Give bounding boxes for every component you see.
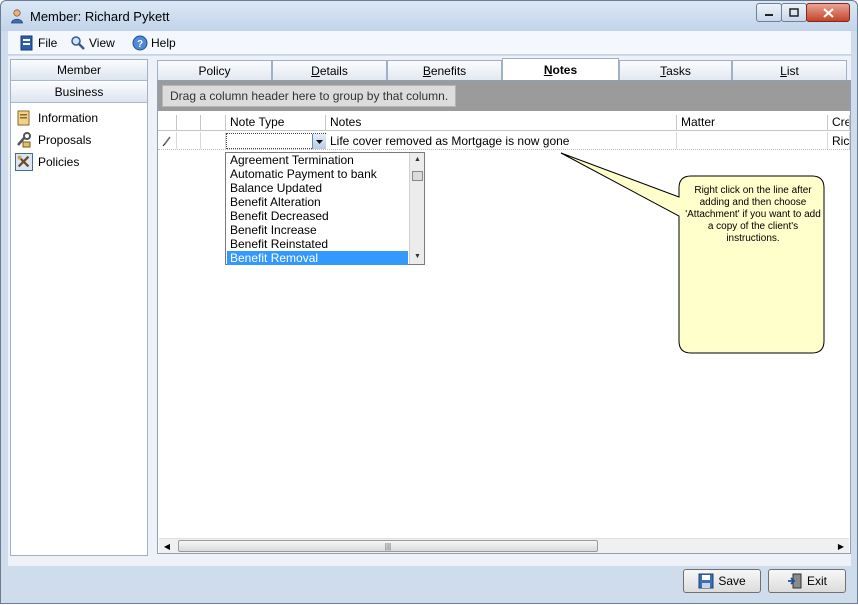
- nav-tab-member[interactable]: Member: [11, 60, 147, 81]
- horizontal-scrollbar[interactable]: ◀ ||| ▶: [159, 538, 849, 553]
- column-header-blank-2[interactable]: [201, 115, 226, 131]
- row-indicator-header: [158, 115, 177, 131]
- column-header-notes[interactable]: Notes: [326, 115, 677, 131]
- list-item[interactable]: Benefit Decreased: [227, 209, 408, 223]
- group-by-area[interactable]: Drag a column header here to group by th…: [158, 81, 850, 111]
- scroll-down-icon[interactable]: ▼: [410, 250, 425, 264]
- tab-tasks[interactable]: Tasks: [619, 60, 732, 80]
- callout-text: Right click on the line after adding and…: [685, 185, 821, 244]
- dropdown-scrollbar[interactable]: ▲ ▼: [409, 153, 424, 264]
- title-bar: Member: Richard Pykett: [1, 1, 857, 31]
- close-button[interactable]: [806, 3, 850, 22]
- client-area: Member Business Information Proposals Po…: [8, 56, 851, 566]
- pencil-icon: [162, 136, 171, 147]
- scroll-right-icon[interactable]: ▶: [833, 539, 849, 554]
- dropdown-scroll-thumb[interactable]: [412, 171, 423, 181]
- nav-item-information-label: Information: [38, 111, 99, 125]
- row-cell-matter[interactable]: [677, 132, 828, 149]
- chevron-down-icon: [316, 139, 323, 144]
- tab-benefits[interactable]: Benefits: [387, 60, 502, 80]
- magnifier-icon: [71, 36, 85, 50]
- help-icon: ?: [132, 35, 148, 51]
- group-by-hint: Drag a column header here to group by th…: [162, 85, 457, 107]
- window-title: Member: Richard Pykett: [30, 9, 170, 24]
- row-cell-blank-1[interactable]: [177, 132, 201, 149]
- row-cell-blank-2[interactable]: [201, 132, 226, 149]
- tab-notes[interactable]: Notes: [502, 58, 619, 80]
- member-window: Member: Richard Pykett File View ? Help …: [0, 0, 858, 604]
- list-item-selected[interactable]: Benefit Removal: [227, 251, 408, 265]
- row-cell-notes[interactable]: Life cover removed as Mortgage is now go…: [326, 132, 677, 149]
- policies-tools-icon: [15, 153, 33, 171]
- tab-tasks-label: Tasks: [660, 63, 691, 78]
- tab-notes-label: Notes: [543, 62, 578, 77]
- save-button[interactable]: Save: [683, 569, 761, 593]
- menu-file-label: File: [38, 36, 58, 50]
- nav-item-policies[interactable]: Policies: [15, 152, 79, 172]
- scroll-up-icon[interactable]: ▲: [410, 153, 425, 167]
- horizontal-scroll-thumb[interactable]: |||: [178, 540, 598, 552]
- tab-details[interactable]: Details: [272, 60, 387, 80]
- information-book-icon: [17, 110, 30, 126]
- tab-list-label: List: [780, 63, 799, 78]
- left-navigation: Member Business Information Proposals Po…: [10, 59, 148, 556]
- proposals-tools-icon: [17, 132, 31, 148]
- tab-policy[interactable]: Policy: [157, 60, 272, 80]
- menu-view[interactable]: View: [70, 33, 115, 53]
- save-button-label: Save: [718, 574, 746, 588]
- list-item[interactable]: Balance Updated: [227, 181, 408, 195]
- nav-item-information[interactable]: Information: [15, 108, 98, 128]
- svg-text:?: ?: [137, 39, 143, 50]
- list-item[interactable]: Benefit Alteration: [227, 195, 408, 209]
- minimize-button[interactable]: [756, 3, 782, 22]
- column-header-note-type[interactable]: Note Type: [226, 115, 326, 131]
- row-cell-created[interactable]: Rich: [828, 132, 850, 149]
- minimize-icon: [765, 13, 773, 16]
- menu-help[interactable]: ? Help: [132, 33, 176, 53]
- note-type-dropdown-list: Agreement Termination Automatic Payment …: [225, 152, 425, 265]
- tab-benefits-label: Benefits: [422, 63, 467, 78]
- tab-list[interactable]: List: [732, 60, 847, 80]
- note-type-combo[interactable]: [226, 133, 326, 149]
- column-header-blank-1[interactable]: [177, 115, 201, 131]
- combo-dropdown-button[interactable]: [312, 134, 326, 149]
- close-icon: [822, 7, 834, 18]
- menu-help-label: Help: [151, 36, 176, 50]
- list-item[interactable]: Benefit Increase: [227, 223, 408, 237]
- maximize-button[interactable]: [781, 3, 807, 22]
- scroll-left-icon[interactable]: ◀: [159, 539, 175, 554]
- file-icon: [20, 35, 33, 51]
- list-item[interactable]: Benefit Reinstated: [227, 237, 408, 251]
- nav-tab-business[interactable]: Business: [11, 82, 147, 103]
- menu-bar: File View ? Help: [8, 31, 851, 55]
- tab-policy-label: Policy: [198, 63, 231, 78]
- menu-view-label: View: [89, 36, 115, 50]
- nav-item-proposals-label: Proposals: [38, 133, 92, 147]
- nav-item-proposals[interactable]: Proposals: [15, 130, 91, 150]
- save-floppy-icon: [698, 573, 714, 589]
- column-header-created[interactable]: Crea: [828, 115, 850, 131]
- member-person-icon: [11, 9, 23, 24]
- tab-details-label: Details: [311, 63, 348, 78]
- exit-door-icon: [787, 573, 802, 589]
- nav-item-policies-label: Policies: [38, 155, 80, 169]
- row-edit-indicator: [158, 132, 177, 149]
- menu-file[interactable]: File: [19, 33, 57, 53]
- list-item[interactable]: Agreement Termination: [227, 153, 408, 167]
- exit-button[interactable]: Exit: [768, 569, 846, 593]
- tab-strip: Policy Details Benefits Notes Tasks List: [157, 58, 851, 80]
- list-item[interactable]: Automatic Payment to bank: [227, 167, 408, 181]
- maximize-icon: [789, 8, 799, 17]
- exit-button-label: Exit: [806, 574, 827, 588]
- notes-grid-panel: Drag a column header here to group by th…: [157, 80, 851, 554]
- column-header-matter[interactable]: Matter: [677, 115, 828, 131]
